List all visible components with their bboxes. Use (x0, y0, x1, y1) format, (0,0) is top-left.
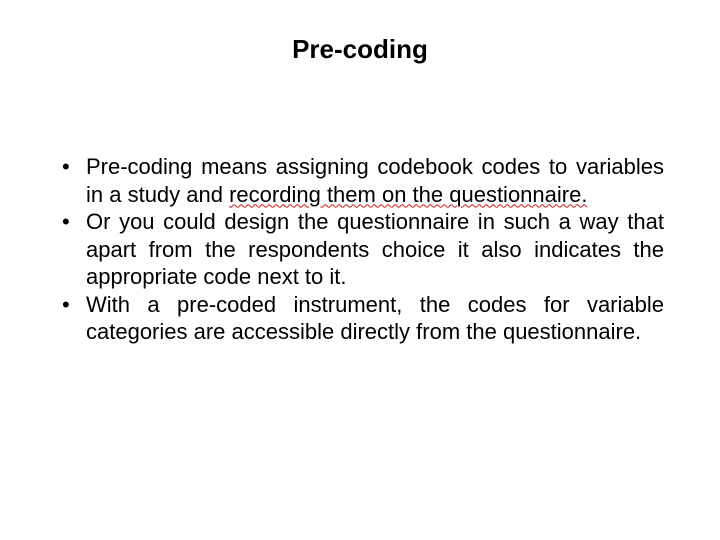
list-item: Pre-coding means assigning codebook code… (56, 153, 664, 208)
text-run: Or you could design the questionnaire in… (86, 209, 664, 289)
slide: Pre-coding Pre-coding means assigning co… (0, 0, 720, 540)
text-run: With a pre-coded instrument, the codes f… (86, 292, 664, 345)
text-run: recording them on the questionnaire. (229, 182, 587, 207)
bullet-list: Pre-coding means assigning codebook code… (48, 153, 672, 346)
list-item: Or you could design the questionnaire in… (56, 208, 664, 291)
list-item: With a pre-coded instrument, the codes f… (56, 291, 664, 346)
slide-body: Pre-coding means assigning codebook code… (48, 153, 672, 346)
slide-title: Pre-coding (48, 34, 672, 65)
